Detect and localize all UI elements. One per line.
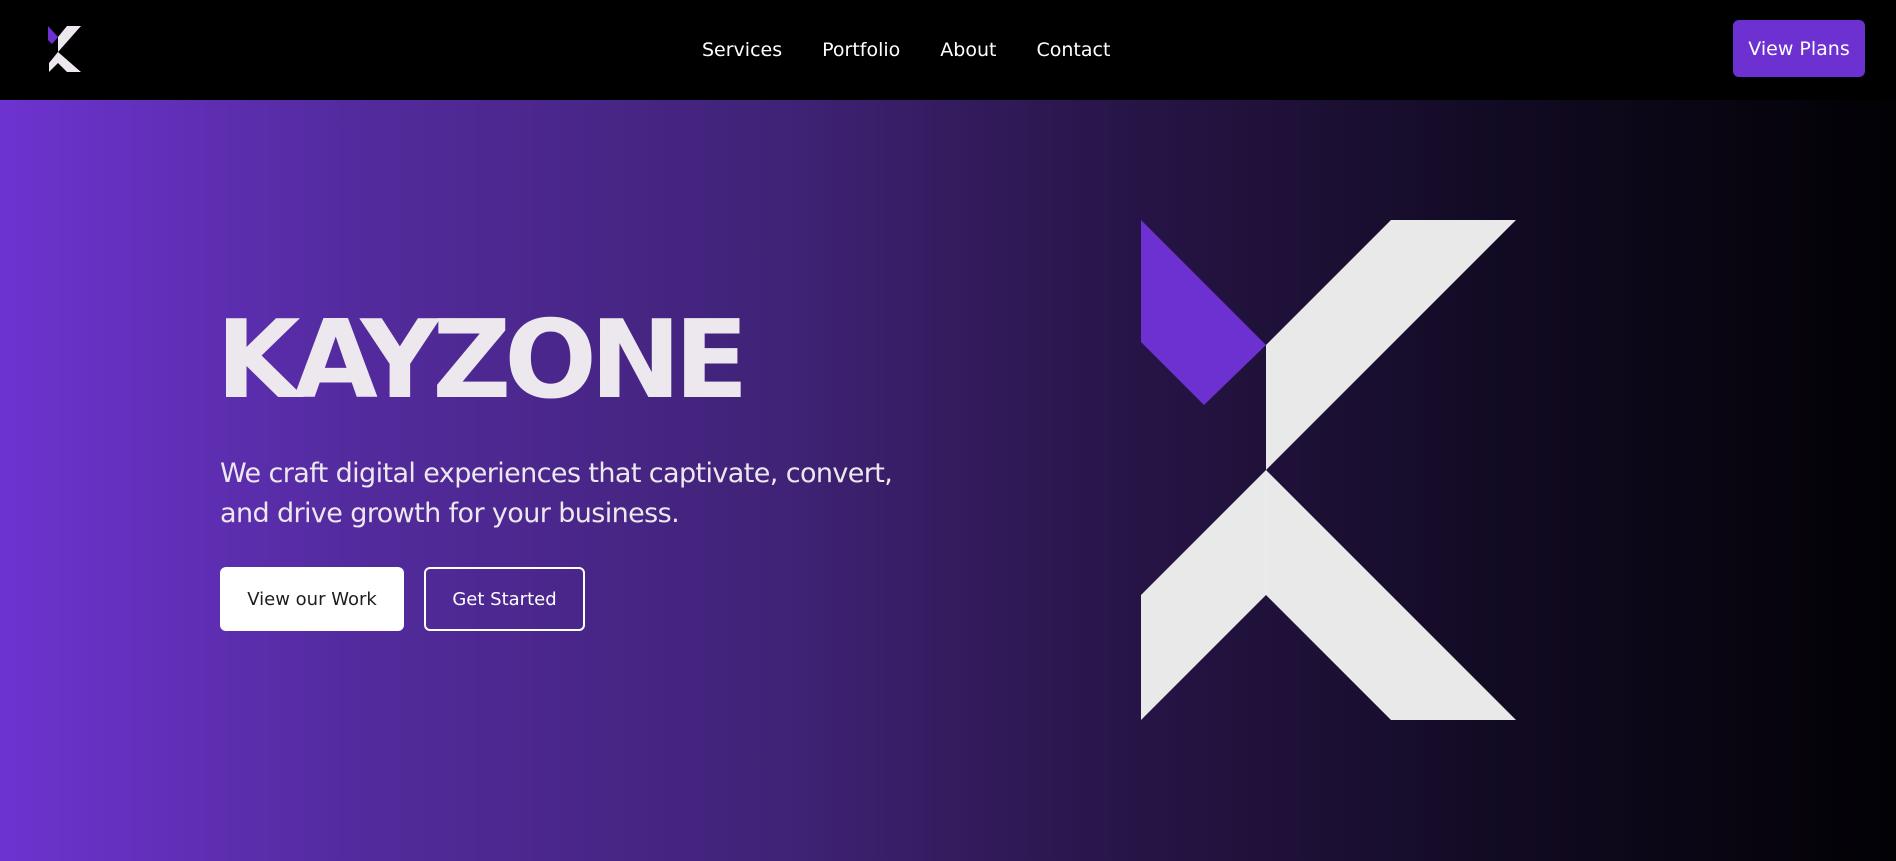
- nav-link-contact[interactable]: Contact: [1036, 39, 1110, 61]
- primary-nav: Services Portfolio About Contact: [702, 0, 1110, 100]
- kayzone-logo-icon[interactable]: [48, 26, 82, 72]
- get-started-button[interactable]: Get Started: [424, 567, 585, 631]
- large-kayzone-x-logo-icon: [1141, 220, 1516, 720]
- top-navigation: Services Portfolio About Contact View Pl…: [0, 0, 1896, 100]
- nav-link-portfolio[interactable]: Portfolio: [822, 39, 900, 61]
- nav-link-services[interactable]: Services: [702, 39, 782, 61]
- view-our-work-button[interactable]: View our Work: [220, 567, 404, 631]
- landing-page: Services Portfolio About Contact View Pl…: [0, 0, 1896, 861]
- nav-link-about[interactable]: About: [940, 39, 996, 61]
- view-plans-button[interactable]: View Plans: [1733, 20, 1865, 77]
- hero-subtitle: We craft digital experiences that captiv…: [220, 458, 893, 529]
- hero-section: KAYZONE We craft digital experiences tha…: [0, 100, 1896, 861]
- hero-title: KAYZONE: [216, 298, 749, 423]
